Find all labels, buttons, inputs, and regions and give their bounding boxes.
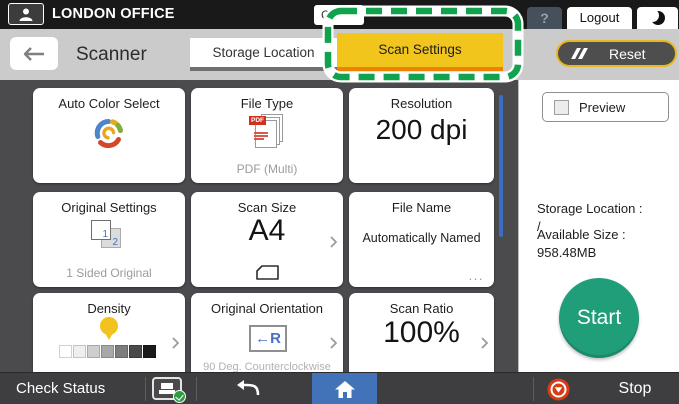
app-header: Scanner Storage Location Scan Settings R…: [0, 29, 679, 80]
tile-subtext: 90 Deg. Counterclockwise: [191, 361, 343, 372]
home-icon: [334, 380, 356, 399]
start-button[interactable]: Start: [559, 278, 639, 358]
page-title: Scanner: [76, 29, 147, 80]
chevron-right-icon: [481, 337, 488, 349]
stop-button[interactable]: Stop: [600, 373, 670, 404]
tile-subtext: 1 Sided Original: [33, 266, 185, 280]
resolution-value: 200 dpi: [349, 114, 494, 146]
tile-file-type[interactable]: File Type PDF PDF (Multi): [191, 88, 343, 183]
scanner-touch-screen: LONDON OFFICE Ch ? Logout Scanner Storag…: [0, 0, 679, 404]
person-icon: [18, 7, 34, 22]
check-status-button[interactable]: Check Status: [16, 373, 105, 404]
reset-button[interactable]: Reset: [556, 40, 677, 67]
tile-scan-ratio[interactable]: Scan Ratio 100%: [349, 293, 494, 372]
tile-scan-size[interactable]: Scan Size A4: [191, 192, 343, 287]
scan-size-value: A4: [191, 214, 343, 248]
tile-title: Scan Ratio: [349, 301, 494, 316]
tab-storage-location[interactable]: Storage Location: [190, 38, 337, 71]
divider: [533, 377, 534, 401]
preview-toggle-button[interactable]: Preview: [542, 92, 669, 122]
chevron-right-icon: [330, 337, 337, 349]
help-button[interactable]: ?: [527, 7, 562, 29]
sided-pages-icon: 2 1: [91, 220, 127, 252]
tile-subtext: PDF (Multi): [191, 162, 343, 176]
tile-original-settings[interactable]: Original Settings 2 1 1 Sided Original: [33, 192, 185, 287]
tile-auto-color-select[interactable]: Auto Color Select: [33, 88, 185, 183]
pdf-badge: PDF: [249, 116, 266, 125]
density-marker: [100, 317, 118, 335]
pdf-file-icon: PDF: [251, 114, 283, 150]
tile-title: Original Settings: [33, 200, 185, 215]
readable-orientation-icon: ←R: [249, 325, 287, 352]
paper-landscape-icon: [256, 265, 279, 280]
tab-scan-settings[interactable]: Scan Settings: [337, 33, 503, 71]
side-panel: Preview Storage Location : / Available S…: [518, 80, 679, 372]
logged-in-user-name: LONDON OFFICE: [52, 0, 175, 29]
scan-ratio-value: 100%: [349, 316, 494, 350]
chevron-right-icon: [330, 236, 337, 248]
preview-label: Preview: [579, 100, 625, 115]
tile-file-name[interactable]: File Name Automatically Named ...: [349, 192, 494, 287]
tile-title: Scan Size: [191, 200, 343, 215]
tile-density[interactable]: Density: [33, 293, 185, 372]
available-size-label: Available Size :: [537, 227, 626, 242]
preview-checkbox[interactable]: [554, 100, 569, 115]
tile-title: Auto Color Select: [33, 96, 185, 111]
bottom-nav-bar: Check Status Stop: [0, 372, 679, 404]
chevron-right-icon: [172, 337, 179, 349]
scan-settings-panel: Auto Color Select File Type PDF PDF (Mul…: [0, 80, 679, 372]
tile-title: Density: [33, 301, 185, 316]
color-swirl-icon: [91, 115, 127, 151]
available-size-value: 958.48MB: [537, 245, 596, 260]
tile-original-orientation[interactable]: Original Orientation ←R 90 Deg. Counterc…: [191, 293, 343, 372]
energy-saver-button[interactable]: [637, 7, 678, 29]
back-button[interactable]: [10, 37, 58, 70]
more-dots: ...: [469, 268, 484, 283]
start-label: Start: [577, 306, 621, 330]
storage-location-label: Storage Location :: [537, 201, 643, 216]
stop-icon[interactable]: [547, 378, 570, 401]
logout-button[interactable]: Logout: [567, 7, 632, 29]
reset-label: Reset: [609, 46, 646, 62]
back-arrow-icon: [22, 46, 46, 62]
back-nav-icon[interactable]: [234, 378, 262, 398]
divider: [196, 377, 197, 401]
tile-title: Original Orientation: [191, 301, 343, 316]
tile-title: Resolution: [349, 96, 494, 111]
tile-title: File Type: [191, 96, 343, 111]
status-ok-badge: [173, 390, 186, 403]
machine-status-icon[interactable]: [152, 377, 182, 400]
user-icon[interactable]: [8, 3, 44, 25]
partially-hidden-button[interactable]: Ch: [314, 5, 364, 25]
moon-icon: [651, 11, 665, 25]
divider: [145, 377, 146, 401]
tile-title: File Name: [349, 200, 494, 215]
double-slash-icon: [574, 46, 587, 62]
tile-resolution[interactable]: Resolution 200 dpi: [349, 88, 494, 183]
top-status-bar: LONDON OFFICE Ch ? Logout: [0, 0, 679, 29]
density-scale-icon: [59, 317, 159, 372]
scrollbar-thumb[interactable]: [499, 95, 503, 237]
file-name-value: Automatically Named: [349, 231, 494, 245]
home-nav-button[interactable]: [312, 373, 377, 404]
